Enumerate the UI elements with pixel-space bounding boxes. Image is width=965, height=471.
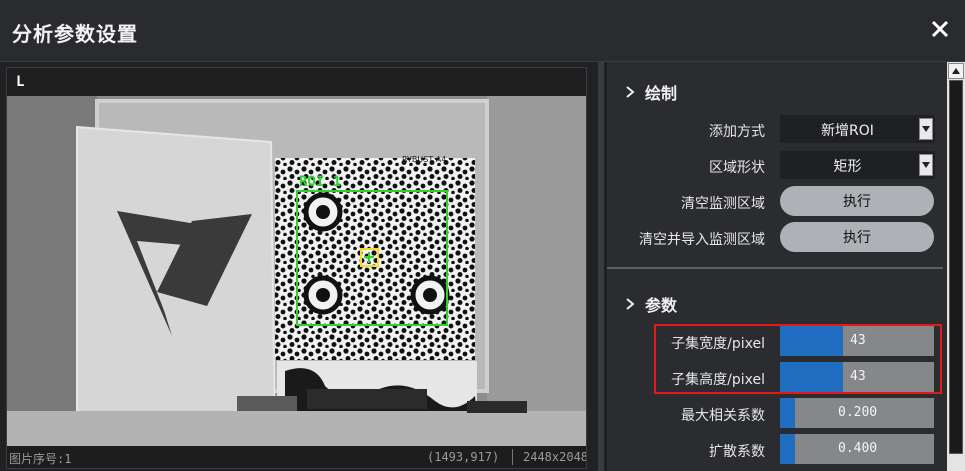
close-icon (931, 20, 949, 38)
clear-import-monitor-button[interactable]: 执行 (780, 222, 934, 252)
image-index-text: 图片序号:1 (9, 452, 72, 466)
diffusion-label: 扩散系数 (709, 444, 765, 460)
roi-label: ROI 1 (299, 174, 341, 190)
add-mode-select[interactable]: 新增ROI (780, 115, 935, 143)
section-divider (607, 267, 943, 269)
panel-divider[interactable] (598, 62, 604, 471)
max-corr-slider[interactable]: 0.200 (780, 398, 934, 428)
region-shape-label: 区域形状 (709, 160, 765, 176)
region-shape-select[interactable]: 矩形 (780, 151, 935, 179)
subset-height-slider[interactable]: 43 (780, 362, 934, 392)
subset-width-fill (780, 326, 844, 356)
diffusion-slider[interactable]: 0.400 (780, 434, 934, 464)
subset-width-value: 43 (850, 333, 866, 348)
image-resolution-text: 2448x2048 (523, 450, 587, 464)
status-separator (512, 449, 513, 465)
image-status-bar: 图片序号:1 (1493,917) 2448x2048 (7, 446, 587, 468)
window-title: 分析参数设置 (12, 22, 138, 46)
subset-height-label: 子集高度/pixel (671, 372, 765, 388)
max-corr-value: 0.200 (838, 405, 878, 420)
target-brand-text: RYBUST A4 (402, 155, 446, 164)
scroll-up-button[interactable] (948, 63, 964, 79)
camera-image[interactable]: RYBUST A4 ROI 1 (7, 96, 587, 446)
clear-monitor-button[interactable]: 执行 (780, 186, 934, 216)
settings-panel: 绘制 添加方式 新增ROI 区域形状 矩形 清空监测区域 执行 清空并导入监测区… (607, 62, 947, 471)
region-shape-value: 矩形 (833, 159, 862, 175)
panel-scrollbar[interactable] (947, 62, 965, 471)
add-mode-label: 添加方式 (709, 124, 765, 140)
diffusion-value: 0.400 (838, 441, 878, 456)
chevron-down-icon[interactable] (919, 118, 933, 140)
add-mode-value: 新增ROI (821, 123, 874, 139)
clear-monitor-label: 清空监测区域 (681, 196, 765, 212)
draw-section-header[interactable]: 绘制 (625, 80, 677, 104)
draw-section-title: 绘制 (645, 84, 678, 103)
params-section-title: 参数 (645, 296, 678, 315)
chevron-right-icon (626, 86, 635, 98)
chevron-down-icon[interactable] (919, 154, 933, 176)
scroll-thumb[interactable] (949, 80, 963, 454)
subset-width-slider[interactable]: 43 (780, 326, 934, 356)
cursor-position-text: (1493,917) (427, 450, 500, 464)
max-corr-fill (780, 398, 796, 428)
image-channel-label: L (16, 74, 25, 90)
chevron-right-icon (626, 298, 635, 310)
max-corr-label: 最大相关系数 (681, 408, 765, 424)
subset-width-label: 子集宽度/pixel (671, 336, 765, 352)
clear-import-monitor-label: 清空并导入监测区域 (639, 232, 765, 248)
subset-height-value: 43 (850, 369, 866, 384)
params-section-header[interactable]: 参数 (625, 292, 677, 316)
image-view[interactable]: L RYBUST A4 ROI 1 图片序号:1 (1493,917) 2448… (6, 67, 587, 469)
subset-height-fill (780, 362, 844, 392)
title-bar: 分析参数设置 (0, 0, 965, 62)
arrow-up-icon (952, 68, 960, 74)
diffusion-fill (780, 434, 796, 464)
close-button[interactable] (925, 14, 955, 44)
